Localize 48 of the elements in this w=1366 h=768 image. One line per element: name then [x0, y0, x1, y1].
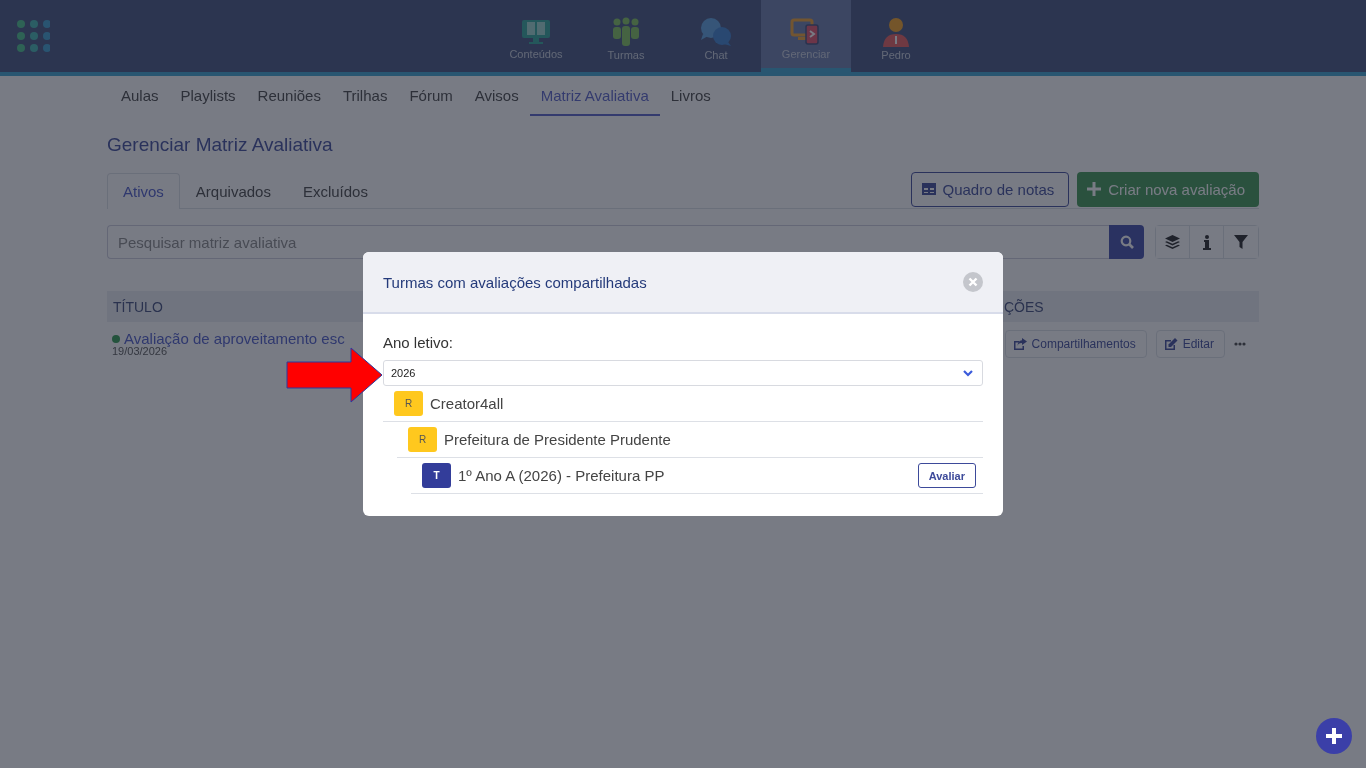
create-button[interactable]: Criar nova avaliação — [1077, 171, 1259, 207]
page-title: Gerenciar Matriz Avaliativa — [107, 134, 334, 156]
section-tab[interactable]: Aulas — [110, 76, 170, 116]
action-button[interactable]: Editar — [1155, 330, 1225, 358]
assessment-title[interactable]: Avaliação de aproveitamento esc — [124, 330, 345, 347]
search-button[interactable] — [1109, 225, 1144, 259]
tree-badge: R — [408, 427, 437, 452]
section-tab[interactable]: Avisos — [463, 76, 530, 116]
tree-badge: T — [422, 463, 451, 488]
search-icon — [1119, 235, 1134, 249]
section-tab[interactable]: Matriz Avaliativa — [529, 76, 660, 116]
year-select[interactable]: 2026 — [383, 360, 983, 386]
column-header: TÍTULO — [112, 298, 164, 315]
status-tab[interactable]: Excluídos — [286, 173, 384, 208]
column-header: ÇÕES — [1004, 298, 1044, 315]
info-icon — [1202, 234, 1211, 250]
more-icon[interactable] — [1234, 342, 1246, 346]
filter-icon — [1234, 235, 1248, 249]
section-tab[interactable]: Livros — [659, 76, 722, 116]
share-icon — [1013, 338, 1027, 350]
add-fab-icon[interactable] — [1316, 718, 1352, 754]
tree-item-name[interactable]: Prefeitura de Presidente Prudente — [444, 431, 983, 448]
section-tab[interactable]: Playlists — [169, 76, 247, 116]
table-icon — [921, 183, 936, 195]
chevron-down-icon — [963, 369, 973, 377]
person-icon — [880, 17, 912, 47]
section-tab[interactable]: Fórum — [398, 76, 464, 116]
section-tab[interactable]: Trilhas — [331, 76, 399, 116]
status-tab[interactable]: Arquivados — [179, 173, 287, 208]
status-tab[interactable]: Ativos — [107, 173, 180, 209]
tree-badge: R — [394, 391, 423, 416]
devices-icon — [790, 18, 822, 46]
evaluate-button[interactable]: Avaliar — [917, 463, 976, 488]
layers-icon — [1165, 235, 1180, 249]
plus-icon — [1087, 182, 1102, 196]
assessment-date: 19/03/2026 — [112, 345, 168, 357]
modal-title: Turmas com avaliações compartilhadas — [383, 273, 647, 291]
year-label: Ano letivo: — [383, 334, 455, 351]
monitor-book-icon — [520, 18, 552, 46]
chat-bubbles-icon — [699, 17, 733, 47]
tree-item-name[interactable]: 1º Ano A (2026) - Prefeitura PP — [458, 467, 911, 484]
people-icon — [610, 17, 642, 47]
layers-button[interactable] — [1156, 226, 1190, 258]
action-button[interactable]: Compartilhamentos — [1004, 330, 1147, 358]
edit-icon — [1164, 338, 1178, 350]
grade-board-button[interactable]: Quadro de notas — [910, 171, 1070, 207]
tree-item-name[interactable]: Creator4all — [430, 395, 983, 412]
section-tab[interactable]: Reuniões — [246, 76, 332, 116]
